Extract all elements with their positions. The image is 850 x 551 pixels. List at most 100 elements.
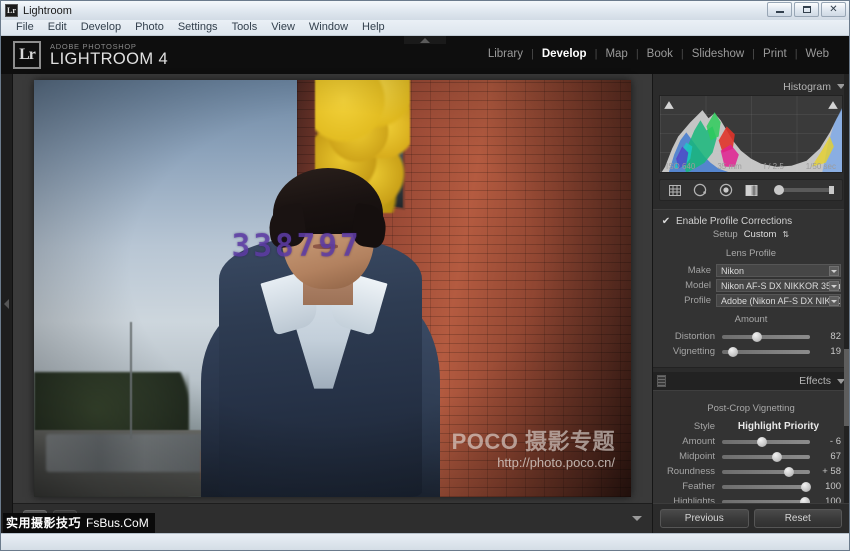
vignetting-slider[interactable] — [722, 346, 810, 357]
filmstrip-toggle-icon[interactable] — [632, 516, 642, 521]
menu-tools[interactable]: Tools — [225, 20, 265, 35]
maximize-icon — [802, 6, 811, 13]
menu-settings[interactable]: Settings — [171, 20, 225, 35]
setup-value[interactable]: Custom — [744, 229, 777, 240]
right-panel-scrollbar[interactable] — [844, 74, 849, 503]
menu-window[interactable]: Window — [302, 20, 355, 35]
style-value[interactable]: Highlight Priority — [738, 421, 819, 432]
spot-removal-icon[interactable] — [693, 183, 708, 197]
effects-title: Effects — [799, 375, 831, 387]
profile-dropdown[interactable]: Adobe (Nikon AF-S DX NIKKO... — [716, 294, 841, 307]
make-value: Nikon — [721, 265, 745, 276]
vignetting-value: 19 — [830, 346, 841, 357]
close-icon: ✕ — [829, 4, 838, 15]
updown-arrows-icon[interactable]: ⇅ — [782, 230, 789, 239]
profile-label: Profile — [684, 295, 711, 306]
menu-photo[interactable]: Photo — [128, 20, 171, 35]
previous-button[interactable]: Previous — [660, 509, 749, 528]
vignette-feather-slider[interactable] — [722, 481, 811, 492]
minimize-button[interactable] — [767, 2, 792, 17]
window-app-icon: Lr — [5, 4, 18, 17]
lens-corrections-section: ✔ Enable Profile Corrections Setup Custo… — [653, 209, 849, 368]
photo-preview[interactable]: 338797 POCO 摄影专题 http://photo.poco.cn/ — [34, 80, 631, 497]
red-eye-icon[interactable] — [719, 183, 734, 197]
effects-section: Post-Crop Vignetting Style Highlight Pri… — [653, 390, 849, 503]
module-slideshow[interactable]: Slideshow — [684, 48, 752, 60]
make-dropdown[interactable]: Nikon — [716, 264, 841, 277]
site-watermark-en: FsBus.CoM — [86, 516, 149, 530]
enable-profile-corrections-row[interactable]: ✔ Enable Profile Corrections — [661, 216, 841, 227]
module-library[interactable]: Library — [480, 48, 531, 60]
vignette-roundness-label: Roundness — [666, 466, 715, 477]
effects-panel-switch[interactable] — [657, 375, 666, 387]
module-web[interactable]: Web — [798, 48, 837, 60]
right-panel: Histogram ISO 640 35 mm f / 2.5 1/50 sec… — [652, 74, 849, 533]
model-label: Model — [685, 280, 711, 291]
vignette-amount-label: Amount — [682, 436, 715, 447]
scrollbar-thumb[interactable] — [844, 348, 849, 426]
menu-edit[interactable]: Edit — [41, 20, 74, 35]
window-bottom-bar — [1, 533, 849, 550]
menu-view[interactable]: View — [264, 20, 302, 35]
adjustment-brush-slider[interactable] — [774, 185, 834, 195]
lightroom-content: 338797 POCO 摄影专题 http://photo.poco.cn/ Y… — [1, 74, 849, 533]
menu-help[interactable]: Help — [355, 20, 392, 35]
vignette-roundness-slider[interactable] — [722, 466, 810, 477]
vignette-highlights-slider[interactable] — [722, 496, 810, 503]
histogram-panel-header[interactable]: Histogram — [653, 78, 849, 95]
model-row: Model Nikon AF-S DX NIKKOR 35mm... — [661, 278, 841, 293]
maximize-button[interactable] — [794, 2, 819, 17]
graduated-filter-icon[interactable] — [745, 184, 759, 197]
lens-profile-title: Lens Profile — [725, 248, 777, 259]
module-book[interactable]: Book — [639, 48, 681, 60]
distortion-label: Distortion — [674, 331, 715, 342]
menu-develop[interactable]: Develop — [74, 20, 128, 35]
setup-row[interactable]: Setup Custom ⇅ — [661, 227, 841, 242]
site-watermark: 实用摄影技巧 FsBus.CoM — [3, 513, 155, 533]
checkbox-checked-icon[interactable]: ✔ — [661, 216, 671, 227]
menu-file[interactable]: File — [9, 20, 41, 35]
poco-watermark: POCO 摄影专题 http://photo.poco.cn/ — [451, 429, 615, 470]
distortion-slider[interactable] — [722, 331, 810, 342]
module-map[interactable]: Map — [597, 48, 635, 60]
chevron-down-icon[interactable] — [829, 281, 839, 291]
model-dropdown[interactable]: Nikon AF-S DX NIKKOR 35mm... — [716, 279, 841, 292]
chevron-down-icon[interactable] — [829, 266, 839, 276]
top-panel-collapse-toggle[interactable] — [404, 36, 446, 44]
lightroom-app: Lr ADOBE PHOTOSHOP LIGHTROOM 4 Library |… — [1, 36, 849, 533]
chevron-up-icon — [420, 37, 430, 43]
exif-shutter: 1/50 sec — [805, 162, 836, 171]
module-develop[interactable]: Develop — [534, 48, 595, 60]
setup-label: Setup — [712, 229, 738, 240]
model-value: Nikon AF-S DX NIKKOR 35mm... — [721, 280, 841, 291]
histogram-graph[interactable]: ISO 640 35 mm f / 2.5 1/50 sec — [659, 95, 843, 173]
vignette-amount-slider[interactable] — [722, 436, 810, 447]
window-controls: ✕ — [767, 2, 846, 17]
brush-slider-knob[interactable] — [774, 185, 784, 195]
left-panel-collapse-toggle[interactable] — [1, 74, 13, 533]
style-row[interactable]: Style Highlight Priority — [661, 418, 841, 434]
vignetting-slider-row: Vignetting 19 — [661, 344, 841, 359]
module-picker: Library | Develop | Map | Book | Slidesh… — [480, 48, 837, 60]
vignette-roundness-row: Roundness + 58 — [661, 464, 841, 479]
module-print[interactable]: Print — [755, 48, 795, 60]
reset-button[interactable]: Reset — [753, 509, 842, 528]
vignette-midpoint-slider[interactable] — [722, 451, 810, 462]
brush-slider-end — [829, 186, 834, 194]
crop-overlay-icon[interactable] — [668, 184, 682, 197]
close-button[interactable]: ✕ — [821, 2, 846, 17]
distortion-value: 82 — [830, 331, 841, 342]
chevron-left-icon — [4, 298, 9, 309]
vignette-feather-value: 100 — [825, 481, 841, 492]
poco-brand-text: POCO 摄影专题 — [451, 429, 615, 454]
vignette-midpoint-label: Midpoint — [679, 451, 715, 462]
chevron-down-icon[interactable] — [829, 296, 839, 306]
effects-panel-header[interactable]: Effects — [653, 372, 849, 390]
exif-focal: 35 mm — [717, 162, 742, 171]
lightroom-logo-icon: Lr — [13, 41, 41, 69]
post-crop-vignetting-title: Post-Crop Vignetting — [707, 403, 795, 414]
vignette-feather-label: Feather — [682, 481, 715, 492]
style-label: Style — [693, 420, 715, 432]
exif-readout: ISO 640 35 mm f / 2.5 1/50 sec — [660, 162, 842, 171]
vignette-midpoint-value: 67 — [830, 451, 841, 462]
